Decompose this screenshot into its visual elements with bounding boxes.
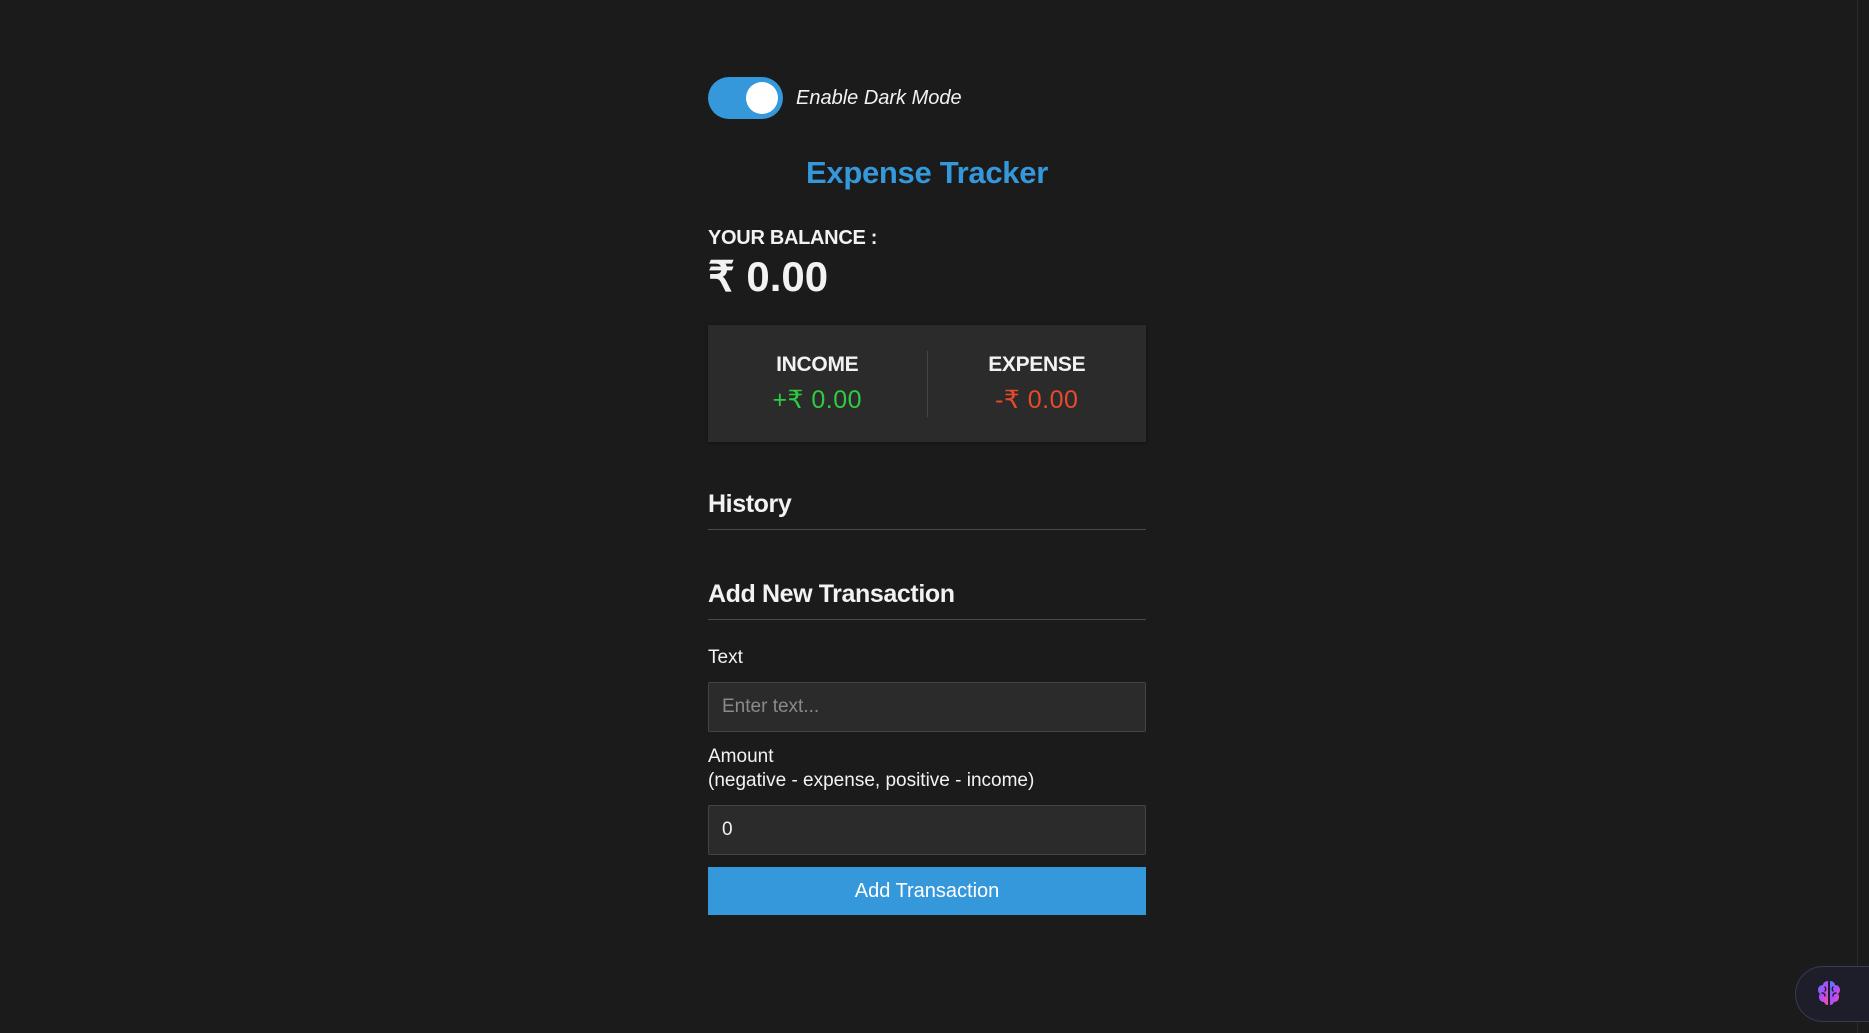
amount-hint: (negative - expense, positive - income) (708, 770, 1035, 791)
income-value: +₹ 0.00 (772, 385, 863, 414)
dark-mode-row: Enable Dark Mode (708, 76, 1146, 120)
dark-mode-label: Enable Dark Mode (796, 86, 962, 109)
brain-icon (1813, 976, 1845, 1013)
text-input[interactable] (708, 682, 1146, 732)
page-scrollbar[interactable] (1857, 0, 1869, 1033)
amount-field-label: Amount (negative - expense, positive - i… (708, 745, 1146, 793)
expense-column: EXPENSE -₹ 0.00 (928, 353, 1147, 415)
balance-label: YOUR BALANCE : (708, 227, 878, 249)
expense-tracker-app: Enable Dark Mode Expense Tracker YOUR BA… (708, 76, 1146, 915)
text-field-label: Text (708, 647, 743, 668)
income-column: INCOME +₹ 0.00 (708, 353, 927, 415)
amount-label: Amount (708, 746, 774, 767)
income-label: INCOME (776, 352, 859, 376)
transaction-form: Text Amount (negative - expense, positiv… (708, 646, 1146, 915)
balance-value: ₹ 0.00 (708, 253, 829, 300)
amount-input[interactable] (708, 805, 1146, 855)
extension-widget[interactable] (1795, 966, 1869, 1022)
add-transaction-heading: Add New Transaction (708, 580, 1146, 620)
history-heading: History (708, 490, 1146, 530)
expense-value: -₹ 0.00 (995, 385, 1079, 414)
expense-label: EXPENSE (988, 352, 1086, 376)
add-transaction-button[interactable]: Add Transaction (708, 867, 1146, 915)
dark-mode-toggle[interactable] (708, 77, 783, 119)
page-title: Expense Tracker (806, 155, 1048, 190)
income-expense-card: INCOME +₹ 0.00 EXPENSE -₹ 0.00 (708, 325, 1146, 442)
toggle-knob (746, 82, 778, 114)
